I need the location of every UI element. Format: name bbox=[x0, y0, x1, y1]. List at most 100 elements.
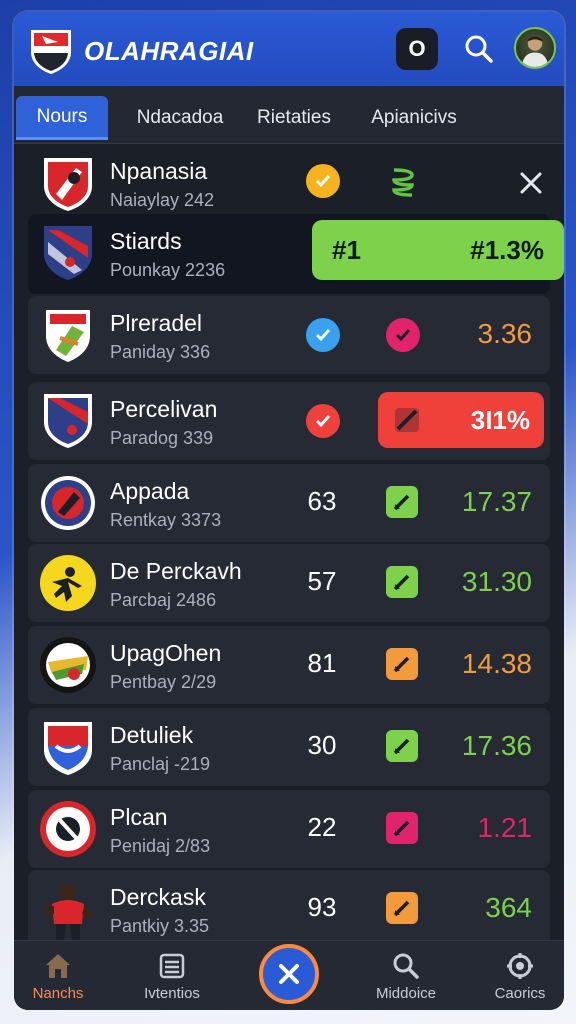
spring-icon bbox=[392, 168, 414, 197]
team-name: Plreradel bbox=[110, 310, 203, 336]
close-icon bbox=[520, 172, 542, 194]
edit-icon[interactable] bbox=[386, 730, 418, 762]
tab-label: Apianicivs bbox=[371, 107, 457, 128]
tab-label: Nours bbox=[36, 105, 88, 127]
tab-ndacadoa[interactable]: Ndacadoa bbox=[124, 96, 236, 140]
team-subtitle: Naiaylay 242 bbox=[110, 190, 215, 210]
block-icon bbox=[395, 408, 419, 432]
count-value: 57 bbox=[307, 566, 337, 596]
check-badge-icon bbox=[306, 164, 340, 198]
edit-icon[interactable] bbox=[386, 812, 418, 844]
team-subtitle: Paradog 339 bbox=[110, 428, 214, 448]
team-name: Percelivan bbox=[110, 396, 218, 422]
stat-value: 1.21 bbox=[477, 812, 533, 843]
stat-value: 17.37 bbox=[461, 486, 532, 517]
search-icon bbox=[393, 953, 419, 979]
team-subtitle: Rentkay 3373 bbox=[110, 510, 222, 530]
team-logo bbox=[44, 722, 92, 775]
stat-value: 364 bbox=[485, 892, 532, 923]
rank-bar-left: #1 bbox=[332, 234, 361, 265]
app-title: OLAHRAGIAI bbox=[84, 36, 254, 66]
team-name: UpagOhen bbox=[110, 640, 222, 666]
check-pink-icon bbox=[386, 318, 420, 352]
count-value: 30 bbox=[307, 730, 337, 760]
list-item-highlighted[interactable]: Stiards Pounkay 2236 #1 #1.3% bbox=[28, 214, 564, 294]
team-logo bbox=[44, 394, 92, 448]
edit-icon[interactable] bbox=[386, 892, 418, 924]
list-item[interactable]: Plcan Penidaj 2/83 22 1.21 bbox=[28, 790, 550, 868]
stat-value: 31.30 bbox=[461, 566, 532, 597]
team-subtitle: Pentbay 2/29 bbox=[110, 672, 217, 692]
brand-shield-logo bbox=[31, 30, 71, 74]
nav-label: Middoice bbox=[375, 985, 437, 1002]
list-icon bbox=[159, 953, 185, 979]
team-subtitle: Paniday 336 bbox=[110, 342, 211, 362]
team-name: Derckask bbox=[110, 884, 206, 910]
team-subtitle: Pounkay 2236 bbox=[110, 260, 226, 280]
team-logo bbox=[44, 158, 92, 211]
list-item[interactable]: Npanasia Naiaylay 242 bbox=[14, 144, 564, 222]
stat-value: 17.36 bbox=[461, 730, 532, 761]
stat-value: 3.36 bbox=[477, 318, 533, 349]
tab-rietaties[interactable]: Rietaties bbox=[244, 96, 344, 140]
team-logo bbox=[41, 476, 95, 530]
team-player-image bbox=[44, 884, 94, 940]
rank-bar: #1 #1.3% bbox=[312, 220, 564, 280]
avatar-image bbox=[521, 36, 549, 67]
nav-item-middoice[interactable]: Middoice bbox=[356, 951, 456, 1002]
tab-apianicivs[interactable]: Apianicivs bbox=[354, 96, 474, 140]
team-name: Appada bbox=[110, 478, 190, 504]
o-button-label: O bbox=[408, 36, 426, 61]
team-name: Stiards bbox=[110, 228, 182, 254]
team-logo bbox=[40, 637, 96, 693]
team-name: De Perckavh bbox=[110, 558, 242, 584]
close-icon bbox=[279, 964, 299, 984]
search-button[interactable] bbox=[458, 28, 500, 70]
app-frame: OLAHRAGIAI O Nours Ndacadoa Rietaties Ap… bbox=[14, 12, 564, 1010]
edit-icon[interactable] bbox=[386, 648, 418, 680]
list-item[interactable]: Appada Rentkay 3373 63 17.37 bbox=[28, 464, 550, 542]
edit-icon[interactable] bbox=[386, 486, 418, 518]
user-avatar[interactable] bbox=[514, 27, 556, 69]
list-item[interactable]: Percelivan Paradog 339 3I1% bbox=[28, 382, 550, 460]
settings-icon bbox=[507, 953, 533, 979]
list-item[interactable]: UpagOhen Pentbay 2/29 81 14.38 bbox=[28, 626, 550, 704]
team-logo bbox=[40, 555, 96, 611]
tab-nours[interactable]: Nours bbox=[16, 96, 108, 140]
team-logo bbox=[46, 310, 90, 362]
nav-label: Ivtentios bbox=[144, 985, 200, 1002]
nav-item-caorics[interactable]: Caorics bbox=[470, 951, 564, 1002]
rank-bar-right: #1.3% bbox=[470, 234, 544, 265]
nav-item-nanchs[interactable]: Nanchs bbox=[14, 951, 108, 1002]
edit-icon[interactable] bbox=[386, 566, 418, 598]
list-item[interactable]: De Perckavh Parcbaj 2486 57 31.30 bbox=[28, 544, 550, 622]
team-logo bbox=[40, 801, 96, 857]
o-button[interactable]: O bbox=[396, 28, 438, 70]
app-header: OLAHRAGIAI O bbox=[14, 12, 564, 86]
check-badge-icon bbox=[306, 318, 340, 352]
team-subtitle: Pantkiy 3.35 bbox=[110, 916, 210, 936]
count-value: 81 bbox=[307, 648, 337, 678]
team-subtitle: Parcbaj 2486 bbox=[110, 590, 217, 610]
team-name: Npanasia bbox=[110, 158, 208, 184]
tab-label: Rietaties bbox=[257, 107, 331, 128]
nav-label: Caorics bbox=[494, 985, 546, 1002]
center-action-button[interactable] bbox=[259, 944, 319, 1004]
close-button[interactable] bbox=[518, 170, 544, 201]
list-item[interactable]: Derckask Pantkiy 3.35 93 364 bbox=[28, 870, 550, 948]
nav-label: Nanchs bbox=[32, 985, 84, 1002]
tab-label: Ndacadoa bbox=[136, 107, 224, 128]
list-item[interactable]: Plreradel Paniday 336 3.36 bbox=[28, 296, 550, 374]
search-icon bbox=[465, 35, 493, 63]
team-subtitle: Penidaj 2/83 bbox=[110, 836, 211, 856]
home-icon bbox=[46, 954, 70, 978]
team-logo bbox=[44, 226, 92, 280]
alert-bar: 3I1% bbox=[378, 392, 544, 448]
nav-item-ivtentios[interactable]: Ivtentios bbox=[122, 951, 222, 1002]
tab-bar: Nours Ndacadoa Rietaties Apianicivs bbox=[14, 86, 564, 144]
count-value: 22 bbox=[307, 812, 337, 842]
count-value: 93 bbox=[307, 892, 337, 922]
list-item[interactable]: Detuliek Panclaj -219 30 17.36 bbox=[28, 708, 550, 786]
check-badge-icon bbox=[306, 404, 340, 438]
stat-value: 14.38 bbox=[461, 648, 532, 679]
